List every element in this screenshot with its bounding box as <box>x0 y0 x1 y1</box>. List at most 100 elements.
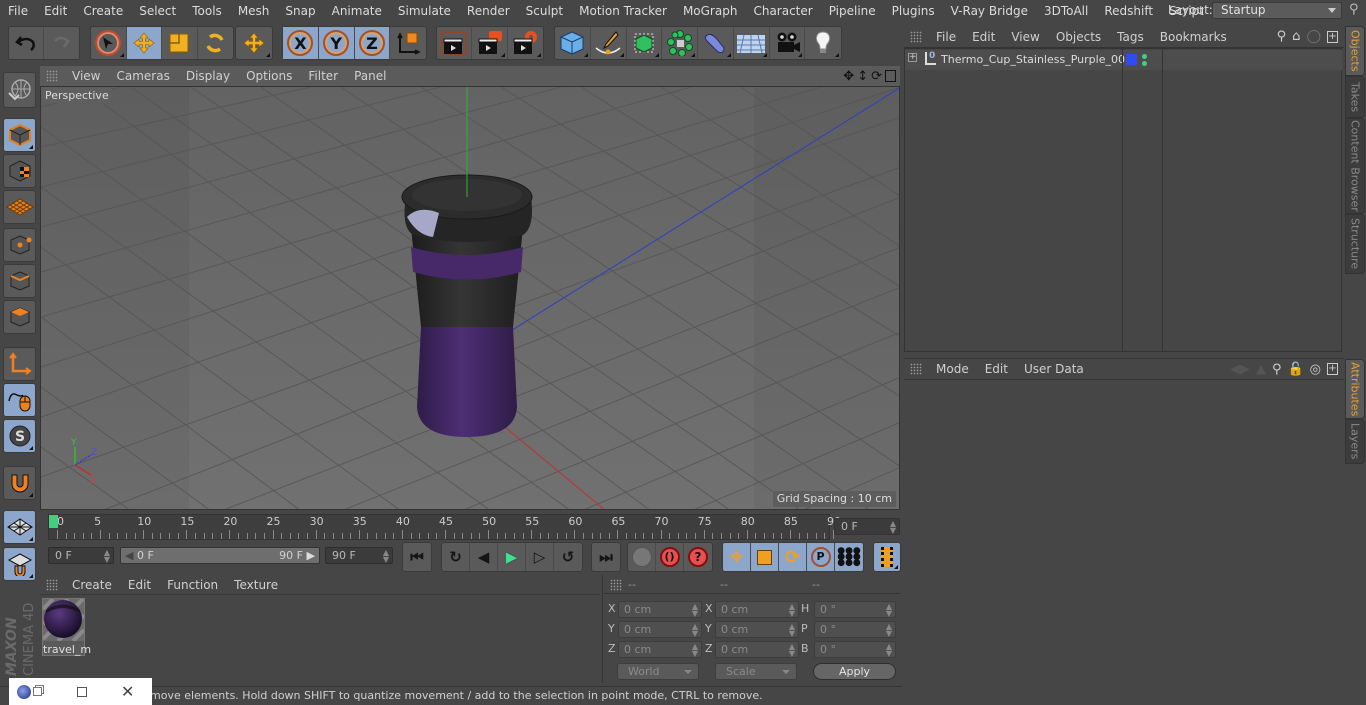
record-keys-button[interactable] <box>628 543 656 571</box>
attr-menu-edit[interactable]: Edit <box>977 362 1016 376</box>
spinner-icon[interactable]: ▲ ▼ <box>886 623 892 638</box>
polygons-mode-button[interactable] <box>3 300 36 334</box>
om-menu-edit[interactable]: Edit <box>964 30 1003 44</box>
render-visibility-dot[interactable] <box>1142 61 1147 66</box>
spinner-icon[interactable]: ▲ ▼ <box>789 643 795 658</box>
light-button[interactable] <box>805 27 841 59</box>
material-menu-texture[interactable]: Texture <box>226 578 286 592</box>
scale-key-button[interactable] <box>751 543 779 571</box>
cube-button[interactable] <box>555 27 591 59</box>
panel-grip-icon[interactable] <box>46 70 58 82</box>
points-mode-button[interactable] <box>3 228 36 262</box>
target-icon[interactable]: ◎ <box>1310 362 1321 377</box>
make-editable-button[interactable] <box>3 72 36 108</box>
scale-tool-button[interactable] <box>162 27 198 59</box>
up-arrow-icon[interactable]: ▲ <box>1256 362 1266 377</box>
menu-character[interactable]: Character <box>745 4 820 18</box>
panel-grip-icon[interactable] <box>910 30 922 43</box>
tab-content-browser[interactable]: Content Browser <box>1345 118 1365 214</box>
undo-button[interactable] <box>9 27 45 59</box>
menu-v-ray-bridge[interactable]: V-Ray Bridge <box>943 4 1036 18</box>
new-window-icon[interactable]: + <box>1327 30 1338 43</box>
spinner-icon[interactable]: ▲ ▼ <box>692 603 698 618</box>
material-name[interactable]: travel_m <box>43 643 91 656</box>
om-menu-tags[interactable]: Tags <box>1109 30 1152 44</box>
menu-simulate[interactable]: Simulate <box>390 4 459 18</box>
viewport-menu-cameras[interactable]: Cameras <box>108 69 177 83</box>
spinner-icon[interactable]: ▲ ▼ <box>886 603 892 618</box>
panel-grip-icon[interactable] <box>610 578 622 591</box>
layout-select[interactable]: Startup <box>1212 2 1342 19</box>
menu-plugins[interactable]: Plugins <box>884 4 943 18</box>
search-icon[interactable]: ⚲ <box>1349 2 1363 19</box>
om-menu-view[interactable]: View <box>1003 30 1047 44</box>
column-divider[interactable] <box>1162 48 1163 352</box>
rotate-tool-button[interactable] <box>198 27 233 59</box>
range-left-arrow-icon[interactable]: ◀ <box>125 549 133 562</box>
render-view-button[interactable] <box>437 27 473 59</box>
start-frame-field[interactable]: 0 F ▲ ▼ <box>48 547 114 564</box>
attr-menu-user-data[interactable]: User Data <box>1016 362 1092 376</box>
y-axis-lock-button[interactable]: Y <box>318 27 355 59</box>
keyframe-selection-button[interactable]: ? <box>684 543 712 571</box>
viewport-menu-panel[interactable]: Panel <box>346 69 394 83</box>
timeline-window-button[interactable] <box>874 543 900 571</box>
back-arrow-icon[interactable]: ◀▶ <box>1230 362 1250 377</box>
om-menu-file[interactable]: File <box>928 30 964 44</box>
material-menu-create[interactable]: Create <box>64 578 120 592</box>
z-axis-lock-button[interactable]: Z <box>354 27 391 59</box>
lock-icon[interactable]: 🔓 <box>1287 362 1303 377</box>
prev-frame-button[interactable]: ◀ <box>470 543 498 571</box>
snap-button[interactable] <box>3 466 36 500</box>
spinner-icon[interactable]: ▲ ▼ <box>692 623 698 638</box>
cloner-button[interactable] <box>662 27 698 59</box>
axis-mode-button[interactable] <box>3 347 36 381</box>
pen-spline-button[interactable] <box>591 27 627 59</box>
menu-motion-tracker[interactable]: Motion Tracker <box>571 4 675 18</box>
rotation-field[interactable]: 0 ° ▲ ▼ <box>814 621 896 638</box>
move-tool-button[interactable] <box>126 27 162 59</box>
viewport-3d[interactable]: Y Z X <box>40 86 900 510</box>
next-key-button[interactable]: ↺ <box>554 543 582 571</box>
viewport-menu-filter[interactable]: Filter <box>300 69 346 83</box>
menu-pipeline[interactable]: Pipeline <box>821 4 884 18</box>
material-menu-edit[interactable]: Edit <box>120 578 159 592</box>
spinner-icon[interactable]: ▲ ▼ <box>789 623 795 638</box>
size-field[interactable]: 0 cm ▲ ▼ <box>715 601 799 618</box>
menu-sculpt[interactable]: Sculpt <box>518 4 571 18</box>
bend-deformer-button[interactable] <box>698 27 734 59</box>
position-field[interactable]: 0 cm ▲ ▼ <box>618 601 702 618</box>
maximize-icon[interactable] <box>77 686 87 697</box>
viewport-maximize-icon[interactable] <box>885 70 896 82</box>
search-icon[interactable]: ⚲ <box>1272 362 1282 377</box>
size-mode-select[interactable]: Scale <box>715 663 797 680</box>
move-key-button[interactable]: ✥ <box>723 543 751 571</box>
menu-mograph[interactable]: MoGraph <box>675 4 746 18</box>
tweak-mode-button[interactable] <box>3 383 36 417</box>
tab-structure[interactable]: Structure <box>1345 214 1365 274</box>
position-field[interactable]: 0 cm ▲ ▼ <box>618 621 702 638</box>
spinner-icon[interactable]: ▲ ▼ <box>890 520 896 535</box>
current-frame-field[interactable]: 0 F ▲ ▼ <box>834 518 900 535</box>
render-picture-viewer-button[interactable] <box>472 27 508 59</box>
frame-range-slider[interactable]: ◀ 0 F 90 F ▶ <box>120 547 320 564</box>
tab-attributes[interactable]: Attributes <box>1345 359 1365 419</box>
om-menu-objects[interactable]: Objects <box>1048 30 1109 44</box>
timeline-ruler[interactable]: 051015202530354045505560657075808590 <box>48 514 841 540</box>
solo-mode-button[interactable]: S <box>3 419 36 453</box>
spinner-icon[interactable]: ▲ ▼ <box>104 549 110 564</box>
autokey-button[interactable]: () <box>656 543 684 571</box>
menu-edit[interactable]: Edit <box>36 4 75 18</box>
tab-layers[interactable]: Layers <box>1345 419 1365 464</box>
search-icon[interactable]: ⚲ <box>1277 29 1287 44</box>
model-mode-button[interactable] <box>3 118 36 152</box>
menu-3dtoall[interactable]: 3DToAll <box>1036 4 1096 18</box>
material-menu-function[interactable]: Function <box>159 578 226 592</box>
layer-color-swatch[interactable] <box>1126 54 1137 65</box>
menu-redshift[interactable]: Redshift <box>1096 4 1161 18</box>
camera-label[interactable]: Perspective <box>42 88 112 103</box>
pla-key-button[interactable]: ●●● ●●● ●●● <box>835 543 863 571</box>
edges-mode-button[interactable] <box>3 264 36 298</box>
viewport-move-icon[interactable]: ✥ <box>843 69 854 84</box>
workplane-mode-button[interactable] <box>3 190 36 224</box>
